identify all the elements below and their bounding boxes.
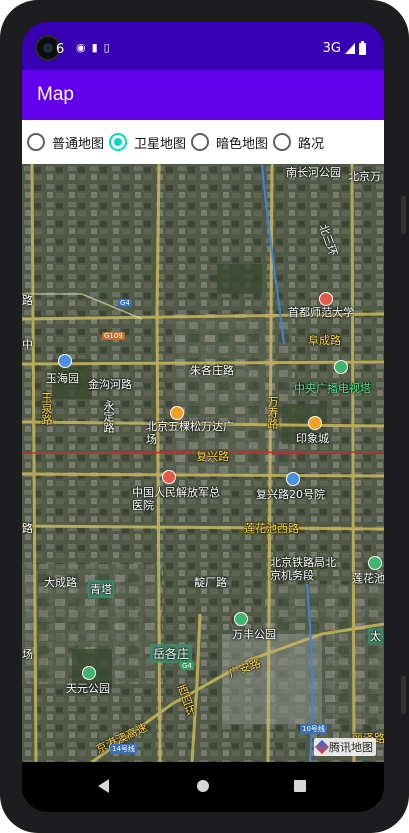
map-label: 玉海园 xyxy=(46,372,79,385)
radio-label: 暗色地图 xyxy=(216,136,269,152)
highway-badge: G109 xyxy=(102,332,125,340)
area-label: 太 xyxy=(368,628,383,644)
park-poi-icon[interactable] xyxy=(234,612,248,626)
sd-card-icon: ▮ xyxy=(91,41,98,54)
home-icon[interactable] xyxy=(197,780,209,792)
radio-button-icon[interactable] xyxy=(191,133,210,151)
phone-frame: 6 ◉ ▮ ▯ 3G Map 普通地图 卫星地图 暗色地图 路况 南长河公园 北… xyxy=(0,0,409,833)
area-label: 青塔 xyxy=(88,580,114,598)
map-label: 北京五棵松万达广场 xyxy=(146,420,234,446)
road-label: 万寿路 xyxy=(266,396,279,429)
shopping-poi-icon[interactable] xyxy=(170,406,184,420)
signal-icon xyxy=(345,43,355,54)
map-label: 路 xyxy=(22,522,33,535)
landmark-poi-icon[interactable] xyxy=(334,360,348,374)
road-label: 阜成路 xyxy=(308,334,341,347)
radio-button-icon[interactable] xyxy=(273,133,292,151)
map-label: 靛厂路 xyxy=(194,576,227,589)
subway-badge: 14号线 xyxy=(110,744,137,754)
recents-icon[interactable] xyxy=(294,780,306,792)
highway-badge: G4 xyxy=(180,662,194,670)
app-bar: Map xyxy=(22,70,384,120)
map-label: 场 xyxy=(22,648,33,661)
battery-icon xyxy=(359,40,366,55)
system-nav-bar xyxy=(22,762,384,812)
road-label: 莲花池西路 xyxy=(244,522,299,535)
status-time: 6 xyxy=(56,42,65,57)
building-poi-icon[interactable] xyxy=(286,472,300,486)
status-right: 3G xyxy=(322,40,366,56)
map-label: 北京万 xyxy=(348,170,381,183)
back-icon[interactable] xyxy=(98,779,109,793)
storage-icon: ▯ xyxy=(103,41,110,54)
map-label: 南长河公园 xyxy=(286,166,341,179)
map-view[interactable]: 南长河公园 北京万 北三环 路 G4 G109 首都师范大学 中 阜成路 玉海园… xyxy=(22,164,384,762)
map-label: 莲花池 xyxy=(352,572,384,585)
radio-button-checked-icon[interactable] xyxy=(109,133,128,151)
map-label: 中央广播电视塔 xyxy=(294,382,371,395)
radio-normal-map[interactable]: 普通地图 xyxy=(27,133,104,152)
volume-button xyxy=(401,196,406,234)
park-poi-icon[interactable] xyxy=(368,556,382,570)
app-title: Map xyxy=(37,84,74,105)
radio-label: 卫星地图 xyxy=(134,136,187,152)
power-button xyxy=(401,676,406,714)
radio-satellite-map[interactable]: 卫星地图 xyxy=(109,133,186,152)
park-poi-icon[interactable] xyxy=(58,354,72,368)
map-label: 复兴路20号院 xyxy=(256,488,325,501)
radio-dark-map[interactable]: 暗色地图 xyxy=(191,133,268,152)
map-label: 印象城 xyxy=(296,432,329,445)
map-label: 大成路 xyxy=(44,576,77,589)
map-label: 北京铁路局北京机务段 xyxy=(270,556,336,582)
map-label: 万丰公园 xyxy=(232,628,276,641)
map-label: 中国人民解放军总医院 xyxy=(132,486,220,512)
hospital-poi-icon[interactable] xyxy=(162,470,176,484)
road-label: 复兴路 xyxy=(196,450,229,463)
watermark-text: 腾讯地图 xyxy=(329,741,373,754)
map-provider-logo: 腾讯地图 xyxy=(314,738,376,756)
radio-label: 普通地图 xyxy=(52,136,105,152)
map-label: 首都师范大学 xyxy=(288,306,354,319)
park-poi-icon[interactable] xyxy=(82,666,96,680)
map-type-radio-group: 普通地图 卫星地图 暗色地图 路况 xyxy=(22,120,384,164)
area-label: 岳各庄 xyxy=(150,644,193,663)
radio-traffic[interactable]: 路况 xyxy=(273,133,324,152)
tencent-map-logo-icon xyxy=(314,739,330,755)
subway-badge: 10号线 xyxy=(300,724,327,734)
map-label: 路 xyxy=(22,294,33,307)
radio-button-icon[interactable] xyxy=(27,133,45,151)
shopping-poi-icon[interactable] xyxy=(308,416,322,430)
network-type: 3G xyxy=(322,41,341,56)
highway-badge: G4 xyxy=(118,299,132,307)
notification-icons: ◉ ▮ ▯ xyxy=(76,41,110,54)
map-label: 朱各庄路 xyxy=(190,364,234,377)
map-label: 中 xyxy=(22,338,33,351)
screen: 6 ◉ ▮ ▯ 3G Map 普通地图 卫星地图 暗色地图 路况 南长河公园 北… xyxy=(22,22,384,812)
chat-icon: ◉ xyxy=(76,41,86,54)
status-bar: 6 ◉ ▮ ▯ 3G xyxy=(22,22,384,70)
map-label: 金沟河路 xyxy=(88,378,132,391)
map-label: 永定路 xyxy=(102,400,115,433)
road-label: 玉泉路 xyxy=(40,392,53,425)
radio-label: 路况 xyxy=(298,136,325,152)
map-label: 天元公园 xyxy=(66,682,110,695)
